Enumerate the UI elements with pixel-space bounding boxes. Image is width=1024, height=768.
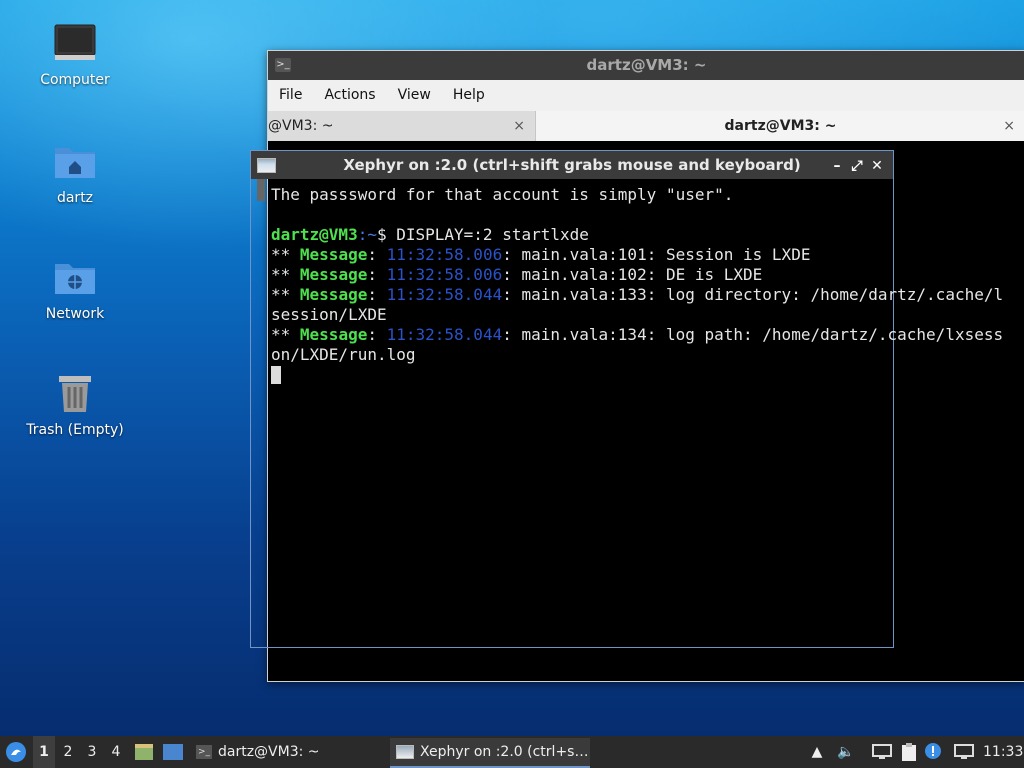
taskbar-window-label: Xephyr on :2.0 (ctrl+s… — [420, 744, 589, 760]
taskbar-window-label: dartz@VM3: ~ — [218, 744, 320, 760]
tab-label: @VM3: ~ — [268, 118, 334, 134]
terminal-titlebar[interactable]: >_ dartz@VM3: ~ — [268, 51, 1024, 80]
terminal-line: ** Message: 11:32:58.044: main.vala:134:… — [271, 325, 1004, 344]
xephyr-icon — [257, 158, 276, 173]
computer-icon — [54, 24, 96, 60]
text-cursor — [271, 366, 281, 384]
show-desktop-icon[interactable] — [162, 742, 184, 762]
tab-label: dartz@VM3: ~ — [724, 118, 837, 134]
taskbar: 1 2 3 4 >_ dartz@VM3: ~ Xephyr on :2.0 (c… — [0, 736, 1024, 768]
workspace-1[interactable]: 1 — [33, 736, 55, 768]
desktop-icon-label: Trash (Empty) — [26, 422, 124, 438]
tab-inactive[interactable]: @VM3: ~ × — [268, 111, 536, 141]
workspace-2[interactable]: 2 — [57, 736, 79, 768]
terminal-line: The passsword for that account is simply… — [271, 185, 734, 204]
xephyr-titlebar[interactable]: Xephyr on :2.0 (ctrl+shift grabs mouse a… — [251, 151, 893, 179]
network-folder-icon — [55, 264, 95, 294]
terminal-line: on/LXDE/run.log — [271, 345, 416, 364]
terminal-line: dartz@VM3:~$ DISPLAY=:2 startlxde — [271, 225, 589, 244]
menubar: File Actions View Help — [268, 80, 1024, 112]
terminal-line: session/LXDE — [271, 305, 387, 324]
menu-view[interactable]: View — [387, 80, 442, 111]
close-button[interactable]: ✕ — [867, 152, 887, 180]
tab-bar: @VM3: ~ × dartz@VM3: ~ × — [268, 111, 1024, 141]
window-title: dartz@VM3: ~ — [586, 56, 707, 74]
close-icon[interactable]: × — [513, 111, 525, 141]
terminal-line: ** Message: 11:32:58.006: main.vala:101:… — [271, 245, 811, 264]
tab-active[interactable]: dartz@VM3: ~ × — [536, 111, 1024, 141]
volume-icon[interactable]: 🔈 — [836, 736, 856, 768]
workspace-4[interactable]: 4 — [105, 736, 127, 768]
desktop-icon-trash[interactable]: Trash (Empty) — [20, 372, 130, 438]
minimize-button[interactable]: – — [827, 152, 847, 180]
desktop-icon-label: dartz — [56, 190, 94, 206]
tray-arrow-icon[interactable]: ▲ — [808, 736, 826, 768]
desktop-icon-label: Computer — [40, 72, 110, 88]
workspace-3[interactable]: 3 — [81, 736, 103, 768]
close-icon[interactable]: × — [1003, 111, 1015, 141]
window-edge — [251, 179, 269, 647]
xephyr-window[interactable]: Xephyr on :2.0 (ctrl+shift grabs mouse a… — [250, 150, 1003, 648]
desktop-icon-label: Network — [45, 306, 105, 322]
terminal-line: ** Message: 11:32:58.044: main.vala:133:… — [271, 285, 1004, 304]
trash-icon — [59, 376, 91, 412]
terminal-icon: >_ — [196, 745, 212, 759]
home-folder-icon — [55, 148, 95, 178]
clock[interactable]: 11:33 — [983, 736, 1023, 768]
terminal-icon: >_ — [275, 58, 291, 72]
xephyr-screen[interactable]: The passsword for that account is simply… — [269, 179, 1003, 647]
display-icon[interactable] — [954, 744, 974, 760]
terminal-line: ** Message: 11:32:58.006: main.vala:102:… — [271, 265, 763, 284]
clipboard-icon[interactable] — [900, 742, 918, 762]
desktop-icon-computer[interactable]: Computer — [20, 22, 130, 88]
menu-actions[interactable]: Actions — [313, 80, 386, 111]
desktop-icon-dartz[interactable]: dartz — [20, 140, 130, 206]
xephyr-icon — [396, 745, 414, 759]
desktop-icon-network[interactable]: Network — [20, 256, 130, 322]
network-icon[interactable] — [872, 744, 892, 760]
file-manager-icon[interactable] — [134, 742, 154, 762]
taskbar-window-terminal[interactable]: >_ dartz@VM3: ~ — [192, 738, 382, 766]
maximize-button[interactable]: ⤢ — [847, 152, 867, 180]
window-title: Xephyr on :2.0 (ctrl+shift grabs mouse a… — [343, 156, 801, 174]
menu-file[interactable]: File — [268, 80, 313, 111]
menu-help[interactable]: Help — [442, 80, 496, 111]
update-notifier-icon[interactable] — [924, 742, 942, 760]
taskbar-window-xephyr[interactable]: Xephyr on :2.0 (ctrl+s… — [390, 738, 590, 768]
start-menu-icon[interactable] — [4, 740, 28, 764]
